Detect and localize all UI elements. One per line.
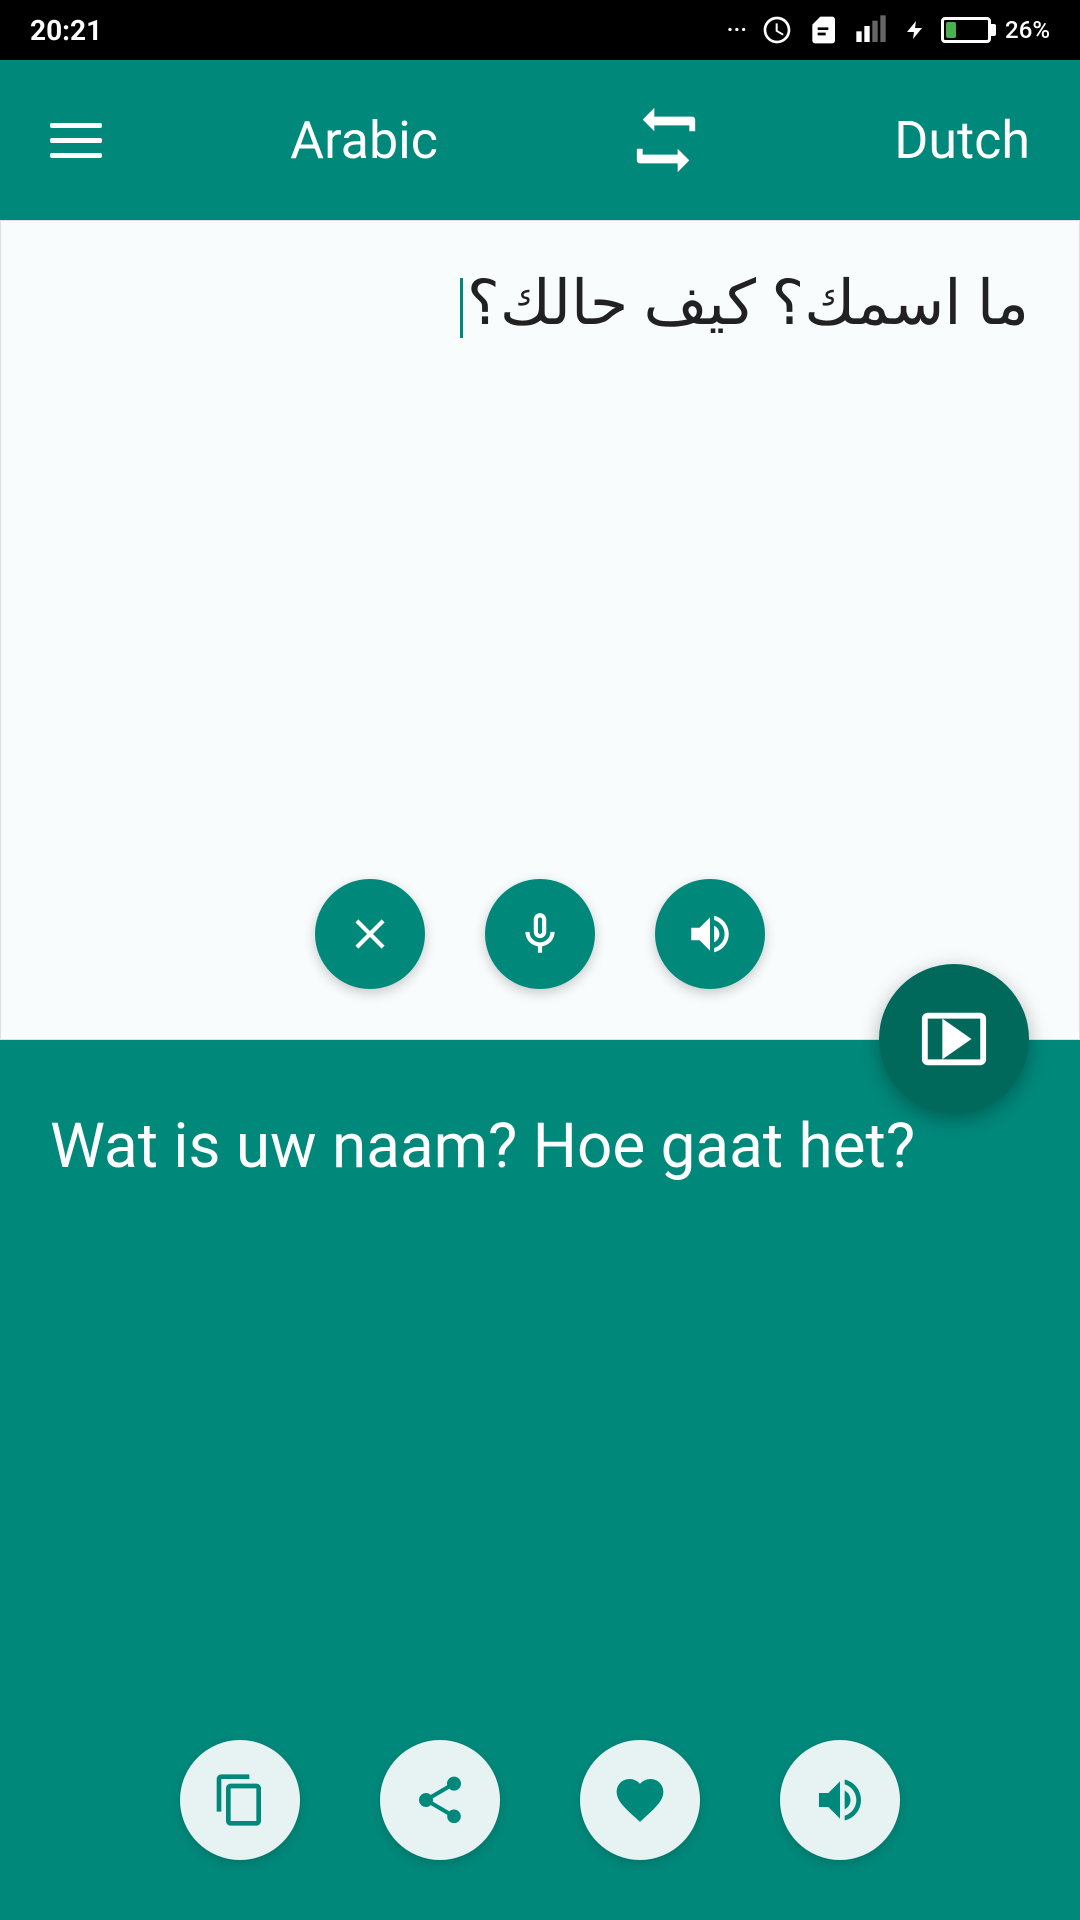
text-cursor	[460, 278, 463, 338]
input-text-content: ما اسمك؟ كيف حالك؟	[467, 267, 1029, 340]
charging-icon	[903, 14, 927, 46]
send-icon	[919, 1004, 989, 1074]
share-icon	[412, 1772, 468, 1828]
translated-text: Wat is uw naam? Hoe gaat het?	[50, 1100, 1030, 1710]
status-bar: 20:21 ··· 26%	[0, 0, 1080, 60]
alarm-icon	[761, 14, 793, 46]
close-icon	[345, 909, 395, 959]
share-button[interactable]	[380, 1740, 500, 1860]
copy-icon	[212, 1772, 268, 1828]
battery-indicator: 26%	[941, 16, 1050, 44]
sim-icon	[807, 14, 839, 46]
translation-panel: Wat is uw naam? Hoe gaat het?	[0, 1040, 1080, 1920]
dots-icon: ···	[727, 16, 747, 44]
signal-icon	[853, 14, 889, 46]
menu-line-2	[50, 138, 102, 143]
translation-speaker-button[interactable]	[780, 1740, 900, 1860]
translation-controls	[50, 1710, 1030, 1880]
menu-line-1	[50, 123, 102, 128]
input-panel: ما اسمك؟ كيف حالك؟	[0, 220, 1080, 1040]
send-button[interactable]	[879, 964, 1029, 1114]
clear-button[interactable]	[315, 879, 425, 989]
favorite-button[interactable]	[580, 1740, 700, 1860]
volume-icon	[683, 909, 737, 959]
copy-button[interactable]	[180, 1740, 300, 1860]
status-icons: ··· 26%	[727, 14, 1050, 46]
target-language[interactable]: Dutch	[894, 110, 1030, 171]
swap-icon	[626, 105, 706, 175]
arabic-input-text[interactable]: ما اسمك؟ كيف حالك؟	[51, 261, 1029, 839]
battery-percent: 26%	[1005, 16, 1050, 44]
menu-button[interactable]	[50, 123, 102, 158]
input-controls	[51, 839, 1029, 1019]
header: Arabic Dutch	[0, 60, 1080, 220]
source-language[interactable]: Arabic	[290, 110, 438, 171]
menu-line-3	[50, 153, 102, 158]
status-time: 20:21	[30, 14, 102, 47]
heart-icon	[612, 1772, 668, 1828]
main-content: ما اسمك؟ كيف حالك؟	[0, 220, 1080, 1920]
mic-button[interactable]	[485, 879, 595, 989]
mic-icon	[515, 909, 565, 959]
volume-up-icon	[812, 1772, 868, 1828]
speaker-button[interactable]	[655, 879, 765, 989]
swap-languages-button[interactable]	[626, 105, 706, 175]
